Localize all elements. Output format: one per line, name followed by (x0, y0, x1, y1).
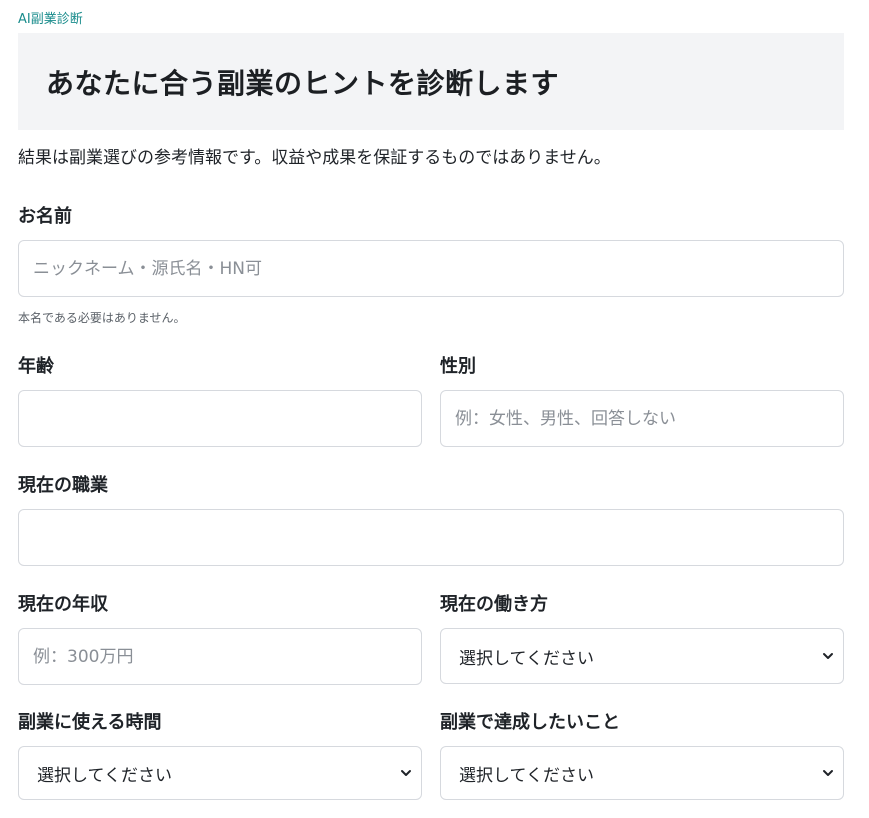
name-hint: 本名である必要はありません。 (18, 311, 186, 325)
gender-input[interactable] (440, 390, 844, 447)
name-input[interactable] (18, 240, 844, 297)
workstyle-label: 現在の働き方 (440, 594, 548, 615)
chevron-down-icon (823, 770, 833, 776)
time-select[interactable]: 選択してください (18, 746, 422, 800)
age-field: 年齢 (18, 356, 422, 447)
goal-select[interactable]: 選択してください (440, 746, 844, 800)
gender-field: 性別 (440, 356, 844, 447)
goal-label: 副業で達成したいこと (440, 712, 620, 733)
name-field: お名前 本名である必要はありません。 (18, 206, 844, 326)
goal-field: 副業で達成したいこと 選択してください (440, 712, 844, 800)
income-input[interactable] (18, 628, 422, 685)
chevron-down-icon (823, 653, 833, 659)
age-label: 年齢 (18, 356, 54, 377)
time-field: 副業に使える時間 選択してください (18, 712, 422, 800)
workstyle-select[interactable]: 選択してください (440, 628, 844, 684)
job-field: 現在の職業 (18, 475, 844, 566)
diagnosis-form-page: AI副業診断 あなたに合う副業のヒントを診断します 結果は副業選びの参考情報です… (0, 0, 869, 168)
job-label: 現在の職業 (18, 475, 108, 496)
intro-text: 結果は副業選びの参考情報です。収益や成果を保証するものではありません。 (18, 148, 611, 168)
workstyle-field: 現在の働き方 選択してください (440, 594, 844, 684)
chevron-down-icon (401, 770, 411, 776)
goal-select-value: 選択してください (459, 765, 594, 786)
time-select-value: 選択してください (37, 765, 172, 786)
income-label: 現在の年収 (18, 594, 108, 615)
gender-label: 性別 (440, 356, 476, 377)
name-label: お名前 (18, 206, 72, 227)
workstyle-select-value: 選択してください (459, 648, 594, 669)
brand-label: AI副業診断 (18, 12, 83, 27)
age-input[interactable] (18, 390, 422, 447)
hero-banner: あなたに合う副業のヒントを診断します (18, 33, 844, 130)
job-input[interactable] (18, 509, 844, 566)
income-field: 現在の年収 (18, 594, 422, 685)
time-label: 副業に使える時間 (18, 712, 162, 733)
page-title: あなたに合う副業のヒントを診断します (46, 66, 560, 100)
